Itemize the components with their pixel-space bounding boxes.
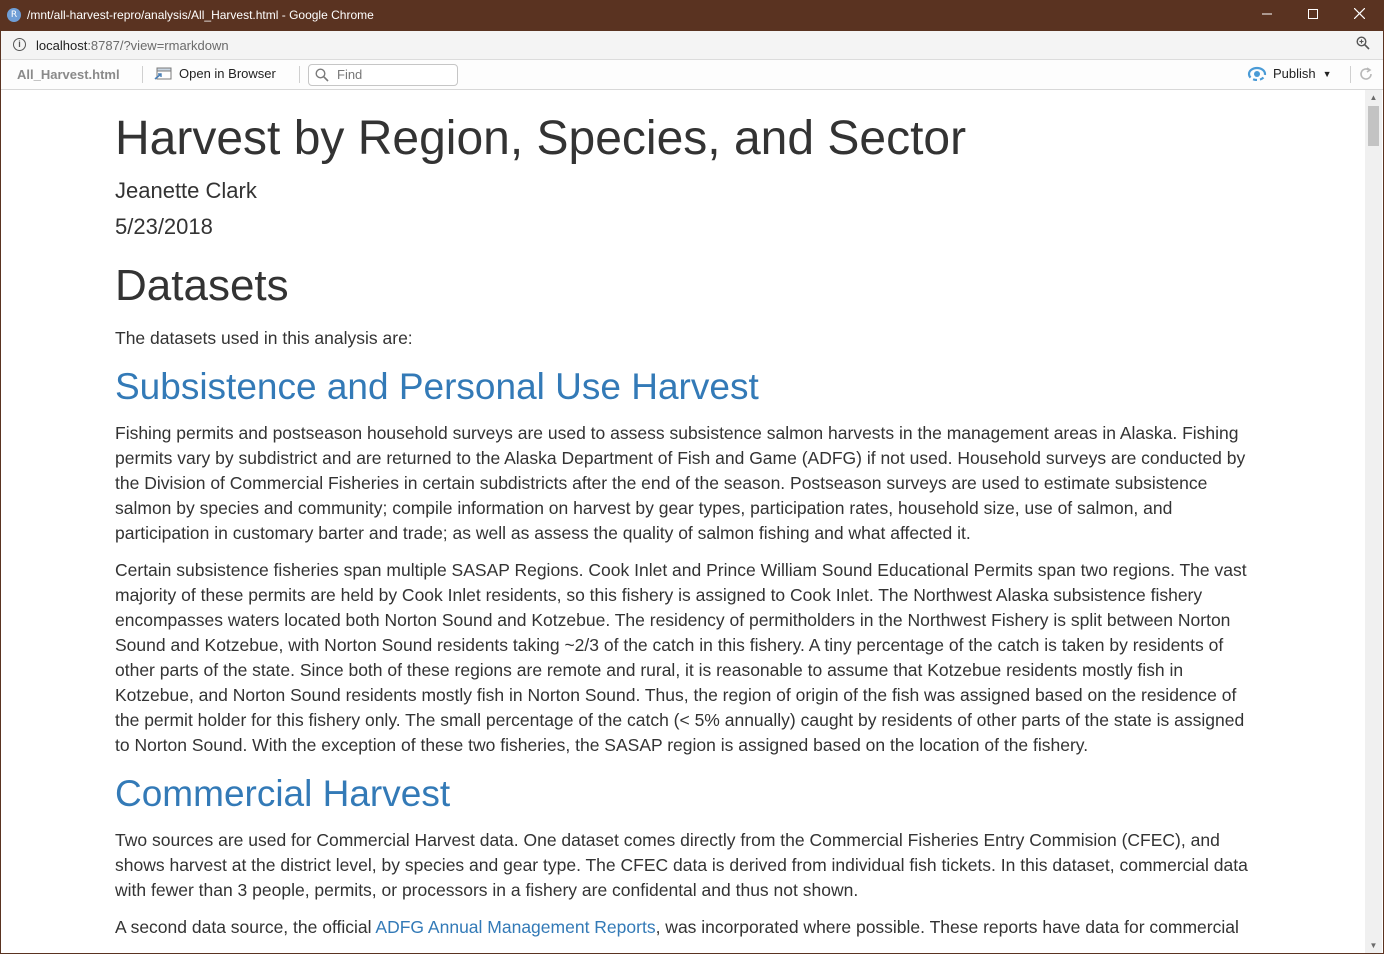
url-path: :8787/?view=rmarkdown xyxy=(87,38,229,53)
minimize-icon xyxy=(1262,13,1272,15)
maximize-icon xyxy=(1308,9,1318,19)
address-url[interactable]: localhost:8787/?view=rmarkdown xyxy=(36,38,229,53)
zoom-icon[interactable] xyxy=(1356,36,1370,55)
publish-button[interactable]: Publish ▼ xyxy=(1247,66,1332,84)
adfg-reports-link[interactable]: ADFG Annual Management Reports xyxy=(375,917,655,937)
document-author: Jeanette Clark xyxy=(115,178,257,203)
site-info-icon[interactable]: i xyxy=(13,38,26,51)
search-icon xyxy=(315,68,329,85)
find-input[interactable] xyxy=(337,66,452,83)
close-icon xyxy=(1353,7,1365,20)
minimize-button[interactable] xyxy=(1244,0,1290,31)
commercial-paragraph-2: A second data source, the official ADFG … xyxy=(115,915,1255,940)
viewer-toolbar: All_Harvest.html Open in Browser Publish… xyxy=(0,60,1384,90)
document-date: 5/23/2018 xyxy=(115,214,213,239)
toolbar-divider xyxy=(142,66,143,83)
commercial-heading: Commercial Harvest xyxy=(115,773,451,814)
rstudio-app-icon: R xyxy=(7,8,21,22)
vertical-scrollbar[interactable]: ▲ ▼ xyxy=(1365,90,1382,954)
commercial-paragraph-1: Two sources are used for Commercial Harv… xyxy=(115,830,1248,900)
document-title: Harvest by Region, Species, and Sector xyxy=(115,112,967,165)
chevron-down-icon[interactable]: ▼ xyxy=(1323,69,1332,79)
open-in-browser-button[interactable]: Open in Browser xyxy=(154,66,276,84)
subsistence-paragraph-2: Certain subsistence fisheries span multi… xyxy=(115,560,1247,755)
publish-icon xyxy=(1247,66,1267,84)
find-box[interactable] xyxy=(308,64,458,86)
window-title: /mnt/all-harvest-repro/analysis/All_Harv… xyxy=(27,8,374,22)
datasets-intro: The datasets used in this analysis are: xyxy=(115,328,413,348)
article: Harvest by Region, Species, and Sector J… xyxy=(115,90,1255,940)
scroll-up-arrow[interactable]: ▲ xyxy=(1365,90,1382,106)
refresh-icon[interactable] xyxy=(1358,66,1374,85)
maximize-button[interactable] xyxy=(1290,0,1336,31)
open-in-browser-icon xyxy=(154,66,173,84)
address-bar[interactable]: i localhost:8787/?view=rmarkdown xyxy=(0,31,1384,60)
toolbar-divider xyxy=(1350,66,1351,83)
open-in-browser-label: Open in Browser xyxy=(179,66,276,81)
toolbar-divider xyxy=(299,66,300,83)
publish-label: Publish xyxy=(1273,66,1316,81)
scroll-down-arrow[interactable]: ▼ xyxy=(1365,938,1382,954)
window-titlebar: R /mnt/all-harvest-repro/analysis/All_Ha… xyxy=(0,0,1384,31)
commercial-p2-after: , was incorporated where possible. These… xyxy=(655,917,1239,937)
file-name: All_Harvest.html xyxy=(17,67,120,82)
close-button[interactable] xyxy=(1336,0,1382,31)
scrollbar-thumb[interactable] xyxy=(1368,106,1379,146)
commercial-p2-before: A second data source, the official xyxy=(115,917,376,937)
document-viewport[interactable]: Harvest by Region, Species, and Sector J… xyxy=(1,90,1365,954)
subsistence-paragraph-1: Fishing permits and postseason household… xyxy=(115,423,1246,543)
url-host: localhost xyxy=(36,38,88,53)
subsistence-heading: Subsistence and Personal Use Harvest xyxy=(115,366,759,407)
datasets-heading: Datasets xyxy=(115,261,289,310)
